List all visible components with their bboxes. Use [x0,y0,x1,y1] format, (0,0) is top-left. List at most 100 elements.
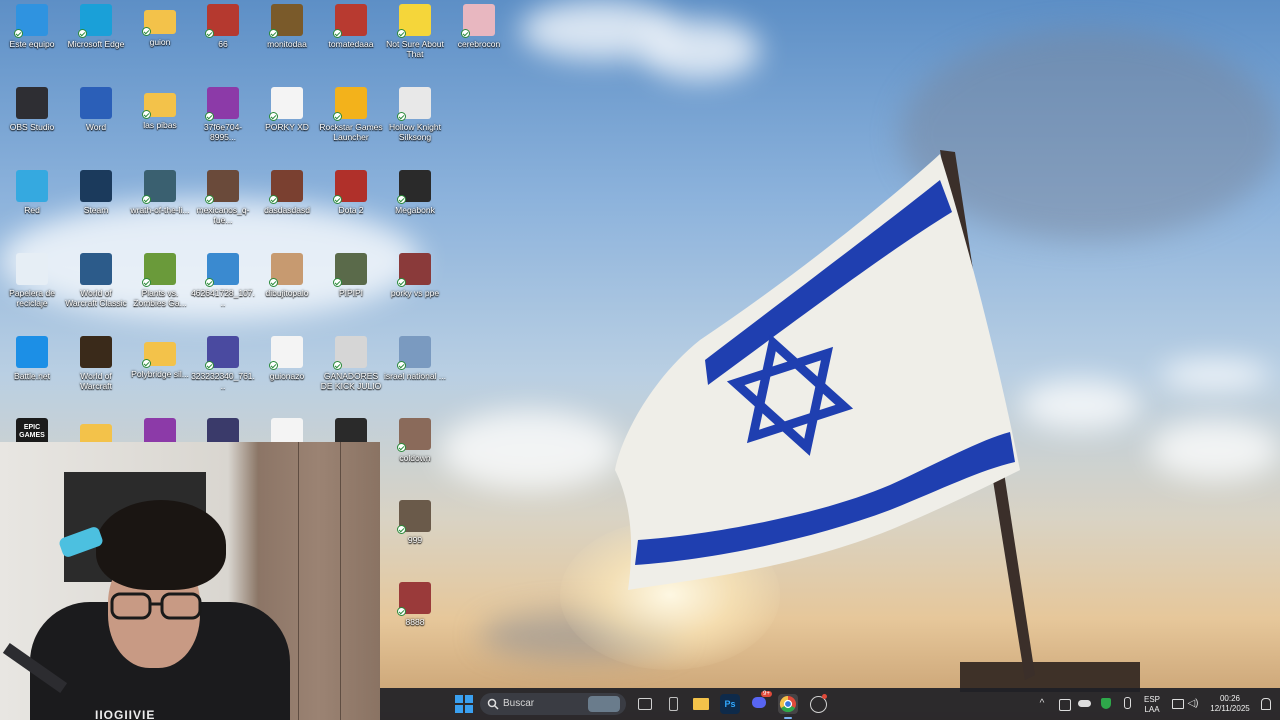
windows-icon [455,695,473,713]
desktop-icon[interactable]: wrath-of-the-li... [128,170,192,215]
desktop-icon-label: World of Warcraft Classic [65,288,127,308]
desktop-icon[interactable]: PIPIPI [319,253,383,298]
sync-check-icon [269,29,278,38]
desktop-icon[interactable]: Rockstar Games Launcher [319,87,383,142]
desktop-icon-label: 462641728_107... [191,288,255,308]
sync-check-icon [142,27,151,36]
tray-app-sync[interactable] [1054,694,1074,714]
sync-check-icon [333,29,342,38]
sync-check-icon [205,361,214,370]
webcam-overlay: IIOGIIVIE [0,442,380,720]
wardrobe-door-line [298,442,299,720]
discord-badge: 9+ [761,691,772,697]
desktop-icon-label: 8888 [405,617,425,627]
desktop-icon[interactable]: monitodaa [255,4,319,49]
folder-icon [142,93,176,119]
sync-check-icon [205,195,214,204]
desktop-icon[interactable]: 66 [191,4,255,49]
desktop-icon[interactable]: Red [0,170,64,215]
obs-button[interactable] [808,694,828,714]
desktop-icon-label: Battle.net [14,371,50,381]
desktop-icon[interactable]: dasdasdasd [255,170,319,215]
desktop-icon-label: Word [85,122,107,132]
tray-onedrive[interactable] [1075,694,1095,714]
desktop-icon[interactable]: Steam [64,170,128,215]
desktop-icon[interactable]: Word [64,87,128,132]
desktop-icon-label: Polybridge sil... [131,369,189,379]
desktop-icon-label: Rockstar Games Launcher [319,122,383,142]
desktop-icon[interactable]: Dota 2 [319,170,383,215]
cloud [1160,360,1270,390]
desktop-icon[interactable]: guionazo [255,336,319,381]
sync-check-icon [269,361,278,370]
desktop-icon[interactable]: porky vs ppe [383,253,447,298]
desktop-icon[interactable]: 999 [383,500,447,545]
desktop-icon[interactable]: 8888 [383,582,447,627]
phone-link-button[interactable] [663,694,683,714]
sync-check-icon [142,195,151,204]
bell-icon [1261,698,1271,710]
sync-check-icon [333,361,342,370]
photoshop-button[interactable]: Ps [720,694,740,714]
task-view-button[interactable] [634,694,654,714]
desktop-icon[interactable]: 462641728_107... [191,253,255,308]
desktop-icon[interactable]: Battle.net [0,336,64,381]
obs-icon [16,87,48,119]
dota-icon [333,170,367,204]
tray-security[interactable] [1096,694,1116,714]
chevron-up-icon: ^ [1039,698,1045,709]
desktop-icon[interactable]: World of Warcraft Classic [64,253,128,308]
image-file-icon [333,253,367,287]
desktop-icon[interactable]: Not Sure About That [383,4,447,59]
desktop-icon[interactable]: Plants vs. Zombies Ga... [128,253,192,308]
show-hidden-icons-button[interactable]: ^ [1032,694,1052,714]
image-file-icon [205,4,239,38]
desktop-icon[interactable]: dibujitopalo [255,253,319,298]
sync-check-icon [397,607,406,616]
desktop-icon[interactable]: 323232340_761... [191,336,255,391]
discord-button[interactable]: 9+ [749,691,772,714]
desktop-icon-label: 66 [218,39,228,49]
desktop-icon[interactable]: israel national ... [383,336,447,381]
desktop-icon[interactable]: Megabonk [383,170,447,215]
desktop-icon[interactable]: guion [128,4,192,47]
discord-icon [752,697,766,708]
folder-icon [142,342,176,368]
desktop-icon[interactable]: World of Warcraft [64,336,128,391]
desktop-icon[interactable]: Microsoft Edge [64,4,128,49]
desktop-icon[interactable]: 37f6e704-8995... [191,87,255,142]
desktop-icon[interactable]: Hollow Knight Silksong [383,87,447,142]
desktop-icon[interactable]: PORKY XD [255,87,319,132]
desktop-icon-label: cerebrocon [457,39,501,49]
desktop-icon-label: Hollow Knight Silksong [389,122,441,142]
desktop-icon[interactable]: OBS Studio [0,87,64,132]
desktop-icon-label: monitodaa [267,39,307,49]
desktop-icon[interactable]: GANADORES DE KICK JULIO [319,336,383,391]
sync-check-icon [333,112,342,121]
desktop-icon[interactable]: coldown [383,418,447,463]
desktop-icon[interactable]: las pibas [128,87,192,130]
search-input[interactable]: Buscar [480,693,626,715]
desktop-icon[interactable]: Papelera de reciclaje [0,253,64,308]
desktop-icon[interactable]: cerebrocon [447,4,511,49]
desktop-icon-label: las pibas [143,120,177,130]
file-explorer-button[interactable] [691,694,711,714]
image-file-icon [333,336,367,370]
desktop-icon[interactable]: Este equipo [0,4,64,49]
tray-microphone[interactable] [1117,694,1137,714]
image-file-icon [461,4,495,38]
desktop-icon[interactable]: Polybridge sil... [128,336,192,379]
start-button[interactable] [454,694,474,714]
chrome-button[interactable] [778,694,798,719]
hollow-knight-icon [397,87,431,121]
search-highlight-image [588,696,620,712]
active-indicator [784,717,792,719]
language-indicator[interactable]: ESP LAA [1142,695,1162,715]
desktop-icon[interactable]: tomatedaaa [319,4,383,49]
clock[interactable]: 00:26 12/11/2025 [1206,694,1254,714]
tray-volume[interactable]: ◁) [1183,694,1203,714]
notifications-button[interactable] [1256,694,1276,714]
desktop-icon[interactable]: mexicanos_q-fue... [191,170,255,225]
image-file-icon [397,4,431,38]
desktop-icon-label: Steam [83,205,109,215]
